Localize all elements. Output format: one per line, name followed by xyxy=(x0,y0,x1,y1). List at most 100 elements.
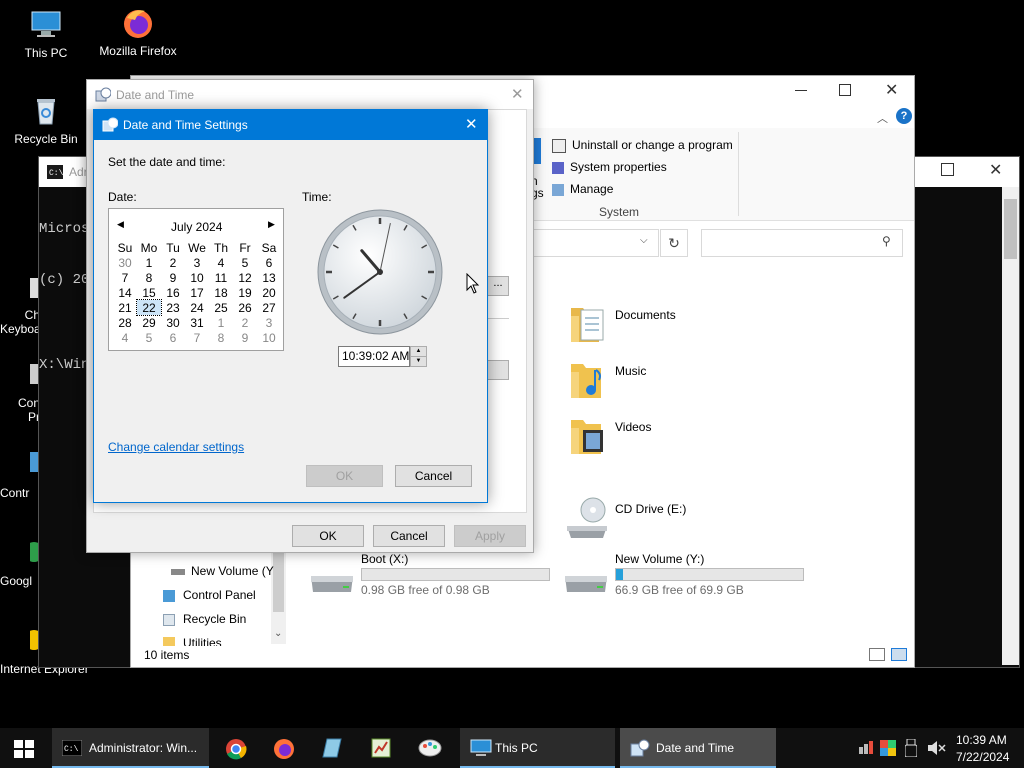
dialog-titlebar[interactable]: Date and Time Settings ✕ xyxy=(94,110,487,140)
next-month-icon[interactable]: ▶ xyxy=(268,219,275,230)
calendar-day[interactable]: 6 xyxy=(161,330,185,345)
taskbar-item-date-time[interactable]: Date and Time xyxy=(620,728,776,768)
desktop-icon-recycle-bin[interactable]: Recycle Bin xyxy=(6,94,86,146)
calendar-day[interactable]: 9 xyxy=(161,270,185,285)
calendar-day[interactable]: 8 xyxy=(209,330,233,345)
cancel-button[interactable]: Cancel xyxy=(395,465,472,487)
calendar-day[interactable]: 15 xyxy=(137,285,161,300)
calendar-day[interactable]: 30 xyxy=(161,315,185,330)
manage-button[interactable]: Manage xyxy=(552,182,613,196)
prev-month-icon[interactable]: ◀ xyxy=(117,219,124,230)
scroll-down-icon[interactable]: ⌄ xyxy=(274,628,282,639)
taskbar-pin-firefox[interactable] xyxy=(264,728,304,768)
calendar-day[interactable]: 6 xyxy=(257,255,281,270)
calendar-day[interactable]: 17 xyxy=(185,285,209,300)
folder-documents[interactable]: Documents xyxy=(569,302,676,344)
nav-item-new-volume[interactable]: New Volume (Y xyxy=(171,564,274,578)
calendar-day-selected[interactable]: 22 xyxy=(136,299,162,316)
nav-item-recycle-bin[interactable]: Recycle Bin xyxy=(163,612,246,626)
calendar-day[interactable]: 30 xyxy=(113,255,137,270)
calendar-day[interactable]: 10 xyxy=(257,330,281,345)
nav-item-control-panel[interactable]: Control Panel xyxy=(163,588,256,602)
ok-button[interactable]: OK xyxy=(292,525,364,547)
calendar-day[interactable]: 31 xyxy=(185,315,209,330)
calendar-day[interactable]: 2 xyxy=(233,315,257,330)
calendar-day[interactable]: 3 xyxy=(185,255,209,270)
start-button[interactable] xyxy=(0,728,48,768)
close-icon[interactable]: ✕ xyxy=(465,115,478,133)
calendar-day[interactable]: 2 xyxy=(161,255,185,270)
nav-scrollbar[interactable]: ⌄ xyxy=(271,542,286,644)
calendar-day[interactable]: 3 xyxy=(257,315,281,330)
nav-item-utilities[interactable]: Utilities xyxy=(163,636,222,646)
calendar-day[interactable]: 7 xyxy=(185,330,209,345)
calendar-month-title[interactable]: July 2024 xyxy=(171,220,222,234)
desktop-icon-console[interactable]: Con Pr xyxy=(0,358,40,424)
taskbar-pin-editor[interactable] xyxy=(360,728,400,768)
calendar-day[interactable]: 16 xyxy=(161,285,185,300)
large-icons-view-icon[interactable] xyxy=(891,648,907,661)
ok-button[interactable]: OK xyxy=(306,465,383,487)
close-icon[interactable]: ✕ xyxy=(511,85,524,103)
minimize-icon[interactable] xyxy=(795,90,807,91)
change-calendar-settings-link[interactable]: Change calendar settings xyxy=(108,440,244,454)
calendar-day[interactable]: 8 xyxy=(137,270,161,285)
network-settings-icon[interactable] xyxy=(858,741,874,755)
calendar-day[interactable]: 11 xyxy=(209,270,233,285)
calendar-day[interactable]: 5 xyxy=(233,255,257,270)
folder-music[interactable]: Music xyxy=(569,358,646,400)
volume-muted-icon[interactable] xyxy=(928,741,946,755)
details-view-icon[interactable] xyxy=(869,648,885,661)
desktop-icon-control-panel[interactable]: Contr xyxy=(0,448,40,500)
calendar-day[interactable]: 23 xyxy=(161,300,185,315)
calendar[interactable]: ◀ July 2024 ▶ Su Mo Tu We Th Fr Sa 30 1 … xyxy=(108,208,284,351)
chevron-down-icon[interactable]: ⌵ xyxy=(640,235,648,246)
maximize-icon[interactable] xyxy=(839,84,851,96)
calendar-day[interactable]: 28 xyxy=(113,315,137,330)
refresh-button[interactable]: ↻ xyxy=(660,229,688,257)
calendar-day[interactable]: 1 xyxy=(209,315,233,330)
calendar-day[interactable]: 13 xyxy=(257,270,281,285)
taskbar-pin-notepad[interactable] xyxy=(312,728,352,768)
calendar-day[interactable]: 5 xyxy=(137,330,161,345)
calendar-day[interactable]: 4 xyxy=(113,330,137,345)
cmd-scrollbar[interactable] xyxy=(1002,187,1019,665)
uninstall-program-button[interactable]: Uninstall or change a program xyxy=(552,138,733,153)
taskbar-item-cmd[interactable]: C:\ Administrator: Win... xyxy=(52,728,209,768)
taskbar-pin-chrome[interactable] xyxy=(216,728,256,768)
calendar-day[interactable]: 4 xyxy=(209,255,233,270)
collapse-ribbon-icon[interactable]: ︿ xyxy=(877,110,888,126)
cancel-button[interactable]: Cancel xyxy=(373,525,445,547)
calendar-day[interactable]: 25 xyxy=(209,300,233,315)
close-icon[interactable]: ✕ xyxy=(989,160,1002,180)
calendar-day[interactable]: 29 xyxy=(137,315,161,330)
scroll-thumb[interactable] xyxy=(1004,199,1017,259)
taskbar-pin-paint[interactable] xyxy=(408,728,452,768)
button-partial[interactable] xyxy=(487,360,509,380)
help-icon[interactable]: ? xyxy=(896,108,912,124)
calendar-day[interactable]: 21 xyxy=(113,300,137,315)
calendar-day[interactable]: 27 xyxy=(257,300,281,315)
calendar-day[interactable]: 12 xyxy=(233,270,257,285)
system-properties-button[interactable]: System properties xyxy=(552,160,667,174)
calendar-day[interactable]: 1 xyxy=(137,255,161,270)
calendar-day[interactable]: 14 xyxy=(113,285,137,300)
calendar-day[interactable]: 24 xyxy=(185,300,209,315)
color-display-icon[interactable] xyxy=(880,740,896,756)
desktop-icon-firefox[interactable]: Mozilla Firefox xyxy=(98,6,178,58)
desktop-icon-keyboard[interactable]: Ch Keyboa xyxy=(0,270,41,336)
calendar-day[interactable]: 19 xyxy=(233,285,257,300)
calendar-day[interactable]: 26 xyxy=(233,300,257,315)
drive-cd-e[interactable]: CD Drive (E:) xyxy=(563,496,686,542)
desktop-icon-google-chrome[interactable]: Googl xyxy=(0,536,44,588)
calendar-day[interactable]: 18 xyxy=(209,285,233,300)
dialog-titlebar[interactable]: Date and Time ✕ xyxy=(87,80,533,109)
time-spinner-down[interactable]: ▼ xyxy=(410,356,427,367)
calendar-day[interactable]: 10 xyxy=(185,270,209,285)
clock-time[interactable]: 10:39 AM xyxy=(956,733,1007,747)
folder-videos[interactable]: Videos xyxy=(569,414,651,456)
search-input[interactable]: ⚲ xyxy=(701,229,903,257)
maximize-icon[interactable] xyxy=(941,163,954,176)
usb-device-icon[interactable] xyxy=(905,739,917,757)
calendar-day[interactable]: 9 xyxy=(233,330,257,345)
